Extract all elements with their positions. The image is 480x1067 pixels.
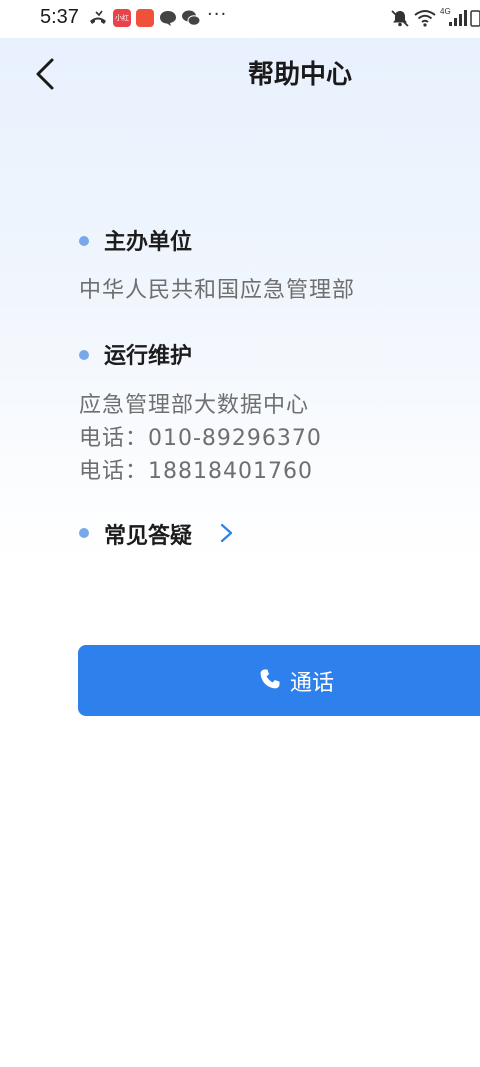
maintenance-phone-2[interactable]: 电话：18818401760 xyxy=(79,453,313,485)
signal-icon xyxy=(449,10,467,26)
organizer-title: 主办单位 xyxy=(104,230,193,255)
more-notifications-icon: ··· xyxy=(207,4,228,25)
shopping-app-icon xyxy=(136,9,154,27)
message-icon xyxy=(160,11,176,26)
wifi-icon xyxy=(414,10,436,27)
status-bar: 5:37 小红书 ··· 4G xyxy=(0,0,480,40)
maintenance-phone-1[interactable]: 电话：010-89296370 xyxy=(79,420,322,452)
header: 帮助中心 xyxy=(200,54,400,94)
back-button[interactable] xyxy=(28,54,64,94)
page-title: 帮助中心 xyxy=(247,60,352,90)
help-center-screen: 5:37 小红书 ··· 4G 帮助中心 主办单位 中华人民共和国应急管理部 运… xyxy=(0,0,480,1067)
call-button-label: 通话 xyxy=(290,671,335,696)
battery-icon xyxy=(470,10,480,27)
wechat-icon xyxy=(182,10,201,26)
bullet-dot xyxy=(79,350,89,360)
organizer-text: 中华人民共和国应急管理部 xyxy=(79,278,356,303)
maintenance-title: 运行维护 xyxy=(104,344,193,369)
bullet-dot xyxy=(79,236,89,246)
phone-icon xyxy=(260,669,280,689)
faq-link[interactable]: 常见答疑 xyxy=(104,518,192,550)
chevron-left-icon xyxy=(36,58,54,90)
chevron-right-icon[interactable] xyxy=(218,520,236,546)
xiaohongshu-app-icon: 小红书 xyxy=(113,9,131,40)
mute-bell-icon xyxy=(391,10,409,27)
maintenance-org: 应急管理部大数据中心 xyxy=(79,393,310,418)
call-button[interactable]: 通话 xyxy=(78,645,480,716)
missed-call-icon xyxy=(90,10,106,24)
bullet-dot xyxy=(79,528,89,538)
status-time: 5:37 xyxy=(40,6,79,28)
